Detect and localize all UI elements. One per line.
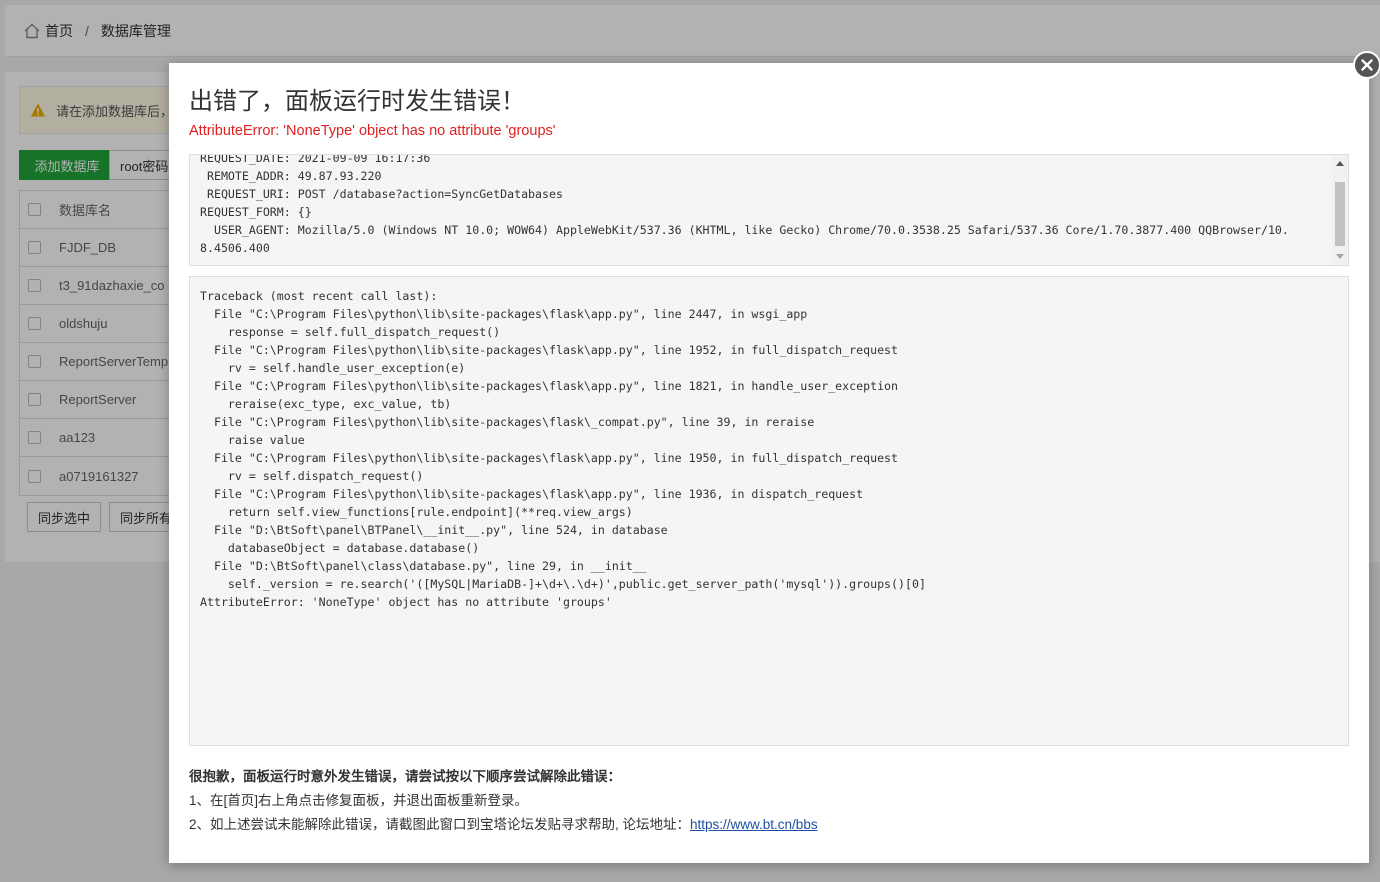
dialog-title: 出错了，面板运行时发生错误！ [189, 88, 525, 115]
request-info-box[interactable]: REQUEST_DATE: 2021-09-09 16:17:36 REMOTE… [189, 154, 1349, 266]
traceback-box[interactable]: Traceback (most recent call last): File … [189, 276, 1349, 746]
traceback-text: Traceback (most recent call last): File … [200, 289, 926, 609]
help-step-2-text: 2、如上述尝试未能解除此错误，请截图此窗口到宝塔论坛发贴寻求帮助, 论坛地址： [189, 817, 691, 832]
help-title: 很抱歉，面板运行时意外发生错误，请尝试按以下顺序尝试解除此错误： [189, 769, 621, 784]
scrollbar-thumb[interactable] [1335, 182, 1345, 246]
error-dialog: 出错了，面板运行时发生错误！ AttributeError: 'NoneType… [169, 63, 1369, 863]
close-icon [1361, 59, 1373, 71]
scroll-up-arrow-icon[interactable] [1336, 161, 1344, 166]
scroll-down-arrow-icon[interactable] [1336, 254, 1344, 259]
close-button[interactable] [1353, 51, 1380, 79]
help-section: 很抱歉，面板运行时意外发生错误，请尝试按以下顺序尝试解除此错误： 1、在[首页]… [189, 765, 818, 837]
request-info-text: REQUEST_DATE: 2021-09-09 16:17:36 REMOTE… [200, 154, 1289, 255]
help-step-2: 2、如上述尝试未能解除此错误，请截图此窗口到宝塔论坛发贴寻求帮助, 论坛地址：h… [189, 813, 818, 837]
error-message: AttributeError: 'NoneType' object has no… [189, 123, 556, 139]
help-step-1: 1、在[首页]右上角点击修复面板，并退出面板重新登录。 [189, 793, 529, 808]
request-info-scrollbar[interactable] [1332, 155, 1348, 265]
forum-link[interactable]: https://www.bt.cn/bbs [690, 817, 818, 832]
